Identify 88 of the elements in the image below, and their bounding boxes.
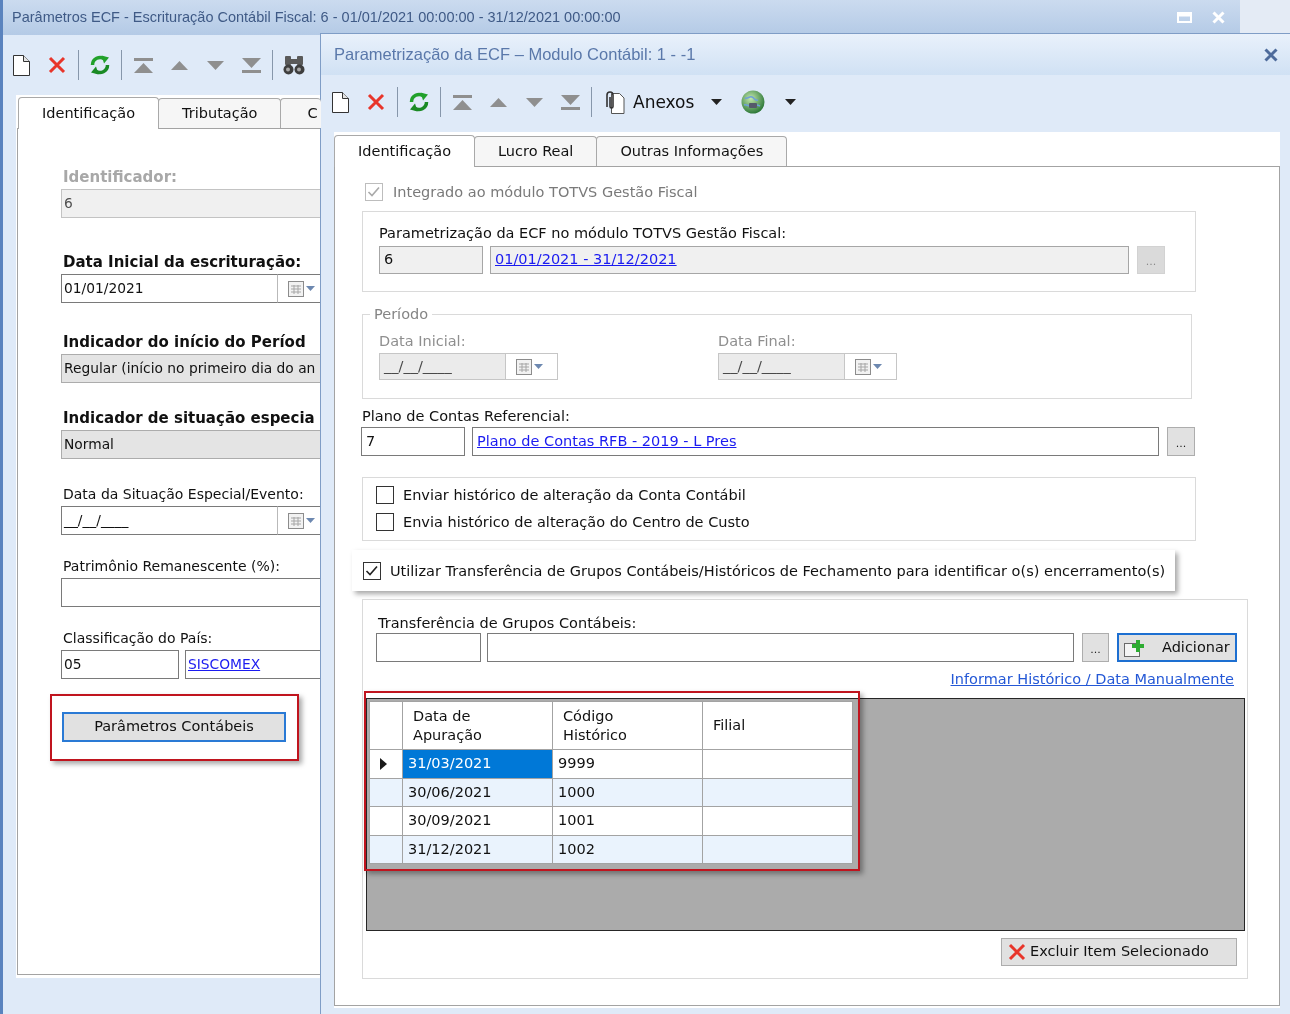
checkbox[interactable] <box>376 513 394 531</box>
field-label: Plano de Contas Referencial: <box>362 407 571 425</box>
caret-icon <box>873 364 882 369</box>
caret-icon <box>534 364 543 369</box>
paperclip-icon <box>603 90 625 114</box>
add-button[interactable]: Adicionar <box>1117 633 1237 662</box>
table-cell[interactable]: 30/06/2021 <box>402 778 553 807</box>
caret-icon <box>306 286 315 291</box>
field-label: Indicador de situação especia <box>63 408 316 428</box>
text-field: 6 <box>61 189 320 218</box>
checkbox-label: Enviar histórico de alteração da Conta Contábil <box>403 486 746 504</box>
checkbox[interactable] <box>376 486 394 504</box>
triangle-down-icon[interactable] <box>206 60 224 70</box>
close-icon[interactable] <box>1264 47 1278 62</box>
new-document-icon[interactable] <box>331 91 349 113</box>
table-cell[interactable]: 1002 <box>552 835 703 864</box>
code-field[interactable]: 05 <box>61 650 179 679</box>
tab[interactable]: Identificação <box>18 97 160 129</box>
refresh-icon[interactable] <box>408 91 430 113</box>
date-picker-button[interactable] <box>277 274 320 303</box>
triangle-down-icon[interactable] <box>525 97 543 107</box>
field-label: Classificação do País: <box>63 629 214 648</box>
table-cell[interactable]: 30/09/2021 <box>402 806 553 835</box>
code-field[interactable]: 7 <box>361 427 465 456</box>
window-title: Parametrização da ECF – Modulo Contábil: 1 - -1 <box>334 44 697 65</box>
accounting-parameters-button[interactable]: Parâmetros Contábeis <box>62 712 286 742</box>
triangle-up-icon[interactable] <box>170 60 188 70</box>
date-field[interactable]: __/__/____ <box>61 506 277 535</box>
text-field[interactable] <box>487 633 1074 662</box>
date-picker-button[interactable] <box>277 506 320 535</box>
row-pointer-icon <box>380 758 387 771</box>
tab[interactable]: Outras Informações <box>596 136 788 166</box>
attachments-button[interactable]: Anexos <box>595 84 695 120</box>
cross-icon <box>1008 943 1026 961</box>
arrow-to-top-icon[interactable] <box>133 57 153 73</box>
field-label: Data da Situação Especial/Evento: <box>63 485 305 504</box>
window-title: Parâmetros ECF - Escrituração Contábil Fiscal: 6 - 01/01/2021 00:00:00 - 31/12/2021 00:00:00 <box>12 8 622 27</box>
triangle-up-icon[interactable] <box>489 97 507 107</box>
text-field[interactable] <box>61 578 320 607</box>
table-cell[interactable]: 1001 <box>552 806 703 835</box>
checkbox-label: Utilizar Transferência de Grupos Contábeis/Históricos de Fechamento para identificar o(s) encerramento(s) <box>390 561 1166 580</box>
tab[interactable]: Identificação <box>334 135 476 167</box>
field-label: Data Inicial da escrituração: <box>63 252 303 272</box>
combo-box[interactable]: Normal <box>61 430 320 459</box>
globe-icon[interactable] <box>741 90 766 114</box>
field-label: Data Final: <box>718 332 797 350</box>
table-cell[interactable]: 1000 <box>552 778 703 807</box>
field-label: Data Inicial: <box>379 332 467 350</box>
checkbox-label: Integrado ao módulo TOTVS Gestão Fiscal <box>393 183 698 201</box>
calendar-icon <box>288 512 304 529</box>
lookup-link[interactable]: SISCOMEX <box>188 656 261 673</box>
date-field[interactable]: 01/01/2021 <box>61 274 277 303</box>
table-cell[interactable]: 9999 <box>552 749 703 778</box>
cross-icon[interactable] <box>48 56 66 74</box>
delete-button[interactable]: Excluir Item Selecionado <box>1001 938 1237 966</box>
arrow-to-bottom-icon[interactable] <box>241 57 261 73</box>
table-cell[interactable]: 31/12/2021 <box>402 835 553 864</box>
lookup-link[interactable]: Plano de Contas RFB - 2019 - L Pres <box>477 432 737 451</box>
checkbox-label: Envia histórico de alteração do Centro de Custo <box>403 513 750 531</box>
tab[interactable]: Lucro Real <box>474 136 598 166</box>
caret-icon[interactable] <box>785 99 797 105</box>
checkbox[interactable] <box>363 561 381 580</box>
new-document-icon[interactable] <box>12 54 30 76</box>
cross-icon[interactable] <box>367 93 385 111</box>
calendar-icon <box>288 280 304 297</box>
field-label: Identificador: <box>63 167 179 187</box>
browse-button[interactable]: ... <box>1082 633 1109 662</box>
tab[interactable]: Tributação <box>158 98 282 128</box>
browse-button[interactable]: ... <box>1167 427 1195 456</box>
caret-icon <box>306 518 315 523</box>
field-label: Transferência de Grupos Contábeis: <box>378 614 638 632</box>
calendar-icon <box>516 358 532 375</box>
field-label: Parametrização da ECF no módulo TOTVS Gestão Fiscal: <box>379 224 788 242</box>
manual-entry-link[interactable]: Informar Histórico / Data Manualmente <box>950 670 1234 688</box>
code-field[interactable] <box>376 633 481 662</box>
calendar-icon <box>855 358 871 375</box>
field-label: Indicador do início do Períod <box>63 332 307 352</box>
table-cell[interactable]: 31/03/2021 <box>402 749 553 778</box>
binoculars-icon[interactable] <box>283 55 305 75</box>
arrow-to-bottom-icon[interactable] <box>560 94 580 110</box>
field-label: Patrimônio Remanescente (%): <box>63 557 281 576</box>
tab[interactable]: C <box>280 98 321 128</box>
plus-icon <box>1124 638 1146 657</box>
arrow-to-top-icon[interactable] <box>452 94 472 110</box>
refresh-icon[interactable] <box>89 54 111 76</box>
code-field: 6 <box>379 246 483 274</box>
combo-box[interactable]: Regular (início no primeiro dia do an <box>61 354 320 383</box>
caret-icon[interactable] <box>711 99 723 105</box>
